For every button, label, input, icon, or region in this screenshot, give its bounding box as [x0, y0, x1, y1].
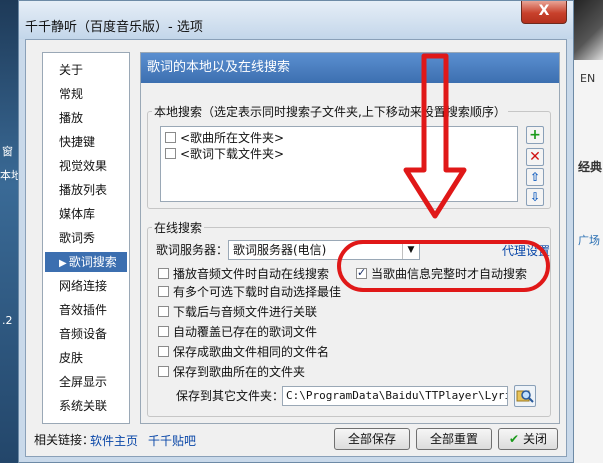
- save-all-button[interactable]: 全部保存: [334, 428, 410, 450]
- folder-label: <歌曲所在文件夹>: [180, 131, 285, 145]
- panel-header: 歌词的本地以及在线搜索: [141, 53, 559, 83]
- option-same-name[interactable]: 保存成歌曲文件相同的文件名: [158, 344, 329, 360]
- nav-item-lyrics-search[interactable]: ▶ 歌词搜索: [45, 252, 127, 272]
- background-right-label: EN: [580, 72, 596, 85]
- nav-item-general[interactable]: 常规: [59, 84, 83, 104]
- nav-item-file-association[interactable]: 系统关联: [59, 396, 107, 416]
- background-left-label: 窗: [2, 145, 13, 158]
- remove-folder-button[interactable]: ✕: [526, 148, 544, 166]
- close-button[interactable]: ✔ 关闭: [498, 428, 558, 450]
- list-item[interactable]: <歌词下载文件夹>: [165, 146, 284, 162]
- related-links-label: 相关链接：: [34, 433, 95, 447]
- annotation-arrow-icon: [403, 53, 467, 219]
- move-up-button[interactable]: ⇧: [526, 168, 544, 186]
- checkbox[interactable]: [158, 346, 169, 357]
- background-right-label: 广场: [578, 234, 600, 247]
- software-home-link[interactable]: 软件主页: [90, 432, 138, 449]
- nav-item-label: 歌词搜索: [68, 255, 117, 269]
- option-save-song-folder[interactable]: 保存到歌曲所在的文件夹: [158, 364, 305, 380]
- option-label: 播放音频文件时自动在线搜索: [173, 267, 330, 281]
- options-window: 千千静听（百度音乐版）- 选项 X 关于 常规 播放 快捷键 视觉效果 播放列表…: [18, 0, 574, 463]
- option-label: 保存成歌曲文件相同的文件名: [173, 345, 330, 359]
- option-label: 有多个可选下载时自动选择最佳: [173, 285, 342, 299]
- window-title: 千千静听（百度音乐版）- 选项: [25, 20, 203, 35]
- checkbox[interactable]: [158, 268, 169, 279]
- checkbox[interactable]: [158, 326, 169, 337]
- online-search-legend: 在线搜索: [152, 219, 205, 236]
- nav-item-about[interactable]: 关于: [59, 60, 83, 80]
- nav-item-audio-device[interactable]: 音频设备: [59, 324, 107, 344]
- checkbox[interactable]: [158, 286, 169, 297]
- checkbox[interactable]: [158, 366, 169, 377]
- background-right-label: 经典: [578, 160, 603, 174]
- background-left-label: .2: [2, 314, 13, 327]
- nav-item-network[interactable]: 网络连接: [59, 276, 107, 296]
- magnifier-icon: [516, 390, 534, 403]
- browse-folder-button[interactable]: [514, 385, 536, 407]
- option-auto-search[interactable]: 播放音频文件时自动在线搜索: [158, 266, 329, 282]
- save-other-folder-label: 保存到其它文件夹：: [176, 389, 285, 403]
- move-down-button[interactable]: ⇩: [526, 188, 544, 206]
- window-close-button[interactable]: X: [521, 1, 567, 24]
- option-label: 下载后与音频文件进行关联: [173, 305, 318, 319]
- option-overwrite[interactable]: 自动覆盖已存在的歌词文件: [158, 324, 317, 340]
- lyrics-server-value: 歌词服务器(电信): [233, 243, 327, 257]
- option-label: 保存到歌曲所在的文件夹: [173, 365, 306, 379]
- nav-item-skin[interactable]: 皮肤: [59, 348, 83, 368]
- save-folder-path-field[interactable]: C:\ProgramData\Baidu\TTPlayer\Lyrics\: [282, 386, 508, 406]
- nav-item-playlist[interactable]: 播放列表: [59, 180, 107, 200]
- close-button-label: 关闭: [522, 432, 547, 446]
- annotation-highlight-ellipse: [337, 240, 550, 292]
- server-label: 歌词服务器：: [156, 243, 229, 257]
- reset-all-button[interactable]: 全部重置: [416, 428, 492, 450]
- option-label: 自动覆盖已存在的歌词文件: [173, 325, 318, 339]
- nav-item-lyrics-show[interactable]: 歌词秀: [59, 228, 95, 248]
- folder-checkbox[interactable]: [165, 132, 176, 143]
- selected-arrow-icon: ▶: [59, 258, 67, 269]
- background-right-image: [572, 0, 603, 60]
- options-nav: 关于 常规 播放 快捷键 视觉效果 播放列表 媒体库 歌词秀 ▶ 歌词搜索 网络连…: [42, 52, 130, 424]
- option-associate[interactable]: 下载后与音频文件进行关联: [158, 304, 317, 320]
- forum-link[interactable]: 千千贴吧: [148, 432, 196, 449]
- local-search-group: 本地搜索（选定表示同时搜索子文件夹,上下移动来设置搜索顺序） <歌曲所在文件夹>…: [147, 103, 551, 209]
- title-bar[interactable]: 千千静听（百度音乐版）- 选项 X: [19, 1, 573, 39]
- checkbox[interactable]: [158, 306, 169, 317]
- folder-checkbox[interactable]: [165, 148, 176, 159]
- checkmark-icon: ✔: [509, 432, 520, 446]
- option-auto-best[interactable]: 有多个可选下载时自动选择最佳: [158, 284, 341, 300]
- nav-item-visual-effects[interactable]: 视觉效果: [59, 156, 107, 176]
- nav-item-fullscreen[interactable]: 全屏显示: [59, 372, 107, 392]
- list-item[interactable]: <歌曲所在文件夹>: [165, 130, 284, 146]
- nav-item-hotkeys[interactable]: 快捷键: [59, 132, 95, 152]
- lyrics-search-panel: 歌词的本地以及在线搜索 本地搜索（选定表示同时搜索子文件夹,上下移动来设置搜索顺…: [140, 52, 560, 424]
- add-folder-button[interactable]: +: [526, 126, 544, 144]
- nav-item-playback[interactable]: 播放: [59, 108, 83, 128]
- nav-item-media-library[interactable]: 媒体库: [59, 204, 95, 224]
- nav-item-dsp-plugins[interactable]: 音效插件: [59, 300, 107, 320]
- folder-label: <歌词下载文件夹>: [180, 147, 285, 161]
